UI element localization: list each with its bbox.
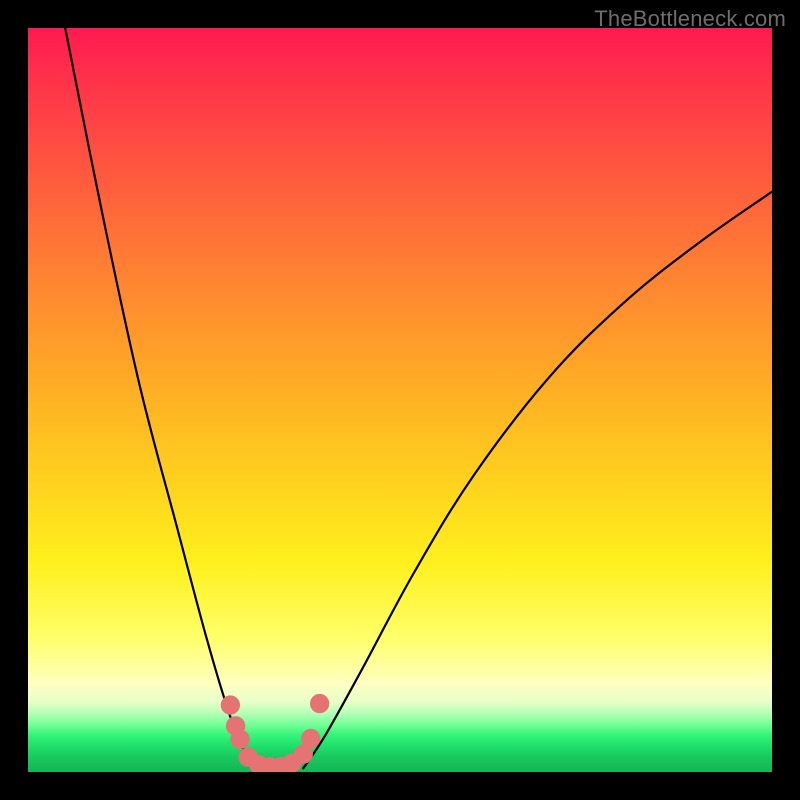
chart-stage: TheBottleneck.com <box>0 0 800 800</box>
marker-dot <box>301 729 320 748</box>
curves-layer <box>28 28 772 772</box>
left-curve <box>65 28 255 768</box>
right-curve <box>303 192 772 769</box>
marker-dot <box>310 694 329 713</box>
watermark-text: TheBottleneck.com <box>594 6 786 32</box>
marker-dots <box>221 694 330 772</box>
marker-dot <box>230 730 249 749</box>
marker-dot <box>221 695 240 714</box>
plot-area <box>28 28 772 772</box>
